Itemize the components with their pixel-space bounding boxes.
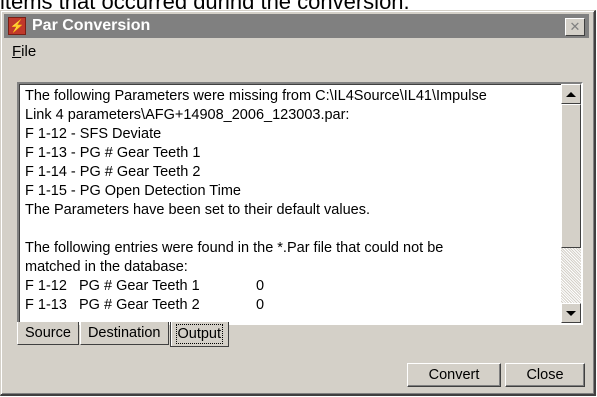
menu-bar: File bbox=[4, 41, 589, 63]
tab-output-label: Output bbox=[175, 324, 224, 344]
vertical-scrollbar[interactable] bbox=[561, 84, 581, 323]
close-button[interactable]: Close bbox=[505, 363, 585, 387]
output-text: The following Parameters were missing fr… bbox=[25, 88, 487, 313]
window-title: Par Conversion bbox=[32, 17, 151, 34]
scroll-up-button[interactable] bbox=[561, 84, 581, 104]
tab-source[interactable]: Source bbox=[17, 322, 79, 345]
arrow-up-icon bbox=[566, 91, 576, 97]
tab-destination[interactable]: Destination bbox=[79, 322, 169, 345]
caption-text: items that occurred during the conversio… bbox=[0, 0, 597, 9]
close-icon[interactable]: ✕ bbox=[565, 18, 585, 36]
menu-file[interactable]: File bbox=[4, 42, 44, 62]
tab-strip: Source Destination Output bbox=[17, 322, 230, 348]
par-conversion-dialog: ⚡ Par Conversion ✕ File The following Pa… bbox=[0, 10, 596, 396]
convert-button[interactable]: Convert bbox=[407, 363, 501, 387]
output-textbox[interactable]: The following Parameters were missing fr… bbox=[17, 82, 583, 325]
title-bar[interactable]: ⚡ Par Conversion ✕ bbox=[4, 14, 589, 38]
tab-output[interactable]: Output bbox=[169, 322, 230, 347]
scroll-down-button[interactable] bbox=[561, 303, 581, 323]
scroll-thumb[interactable] bbox=[561, 104, 581, 248]
lightning-bolt-icon: ⚡ bbox=[8, 17, 26, 35]
arrow-down-icon bbox=[566, 310, 576, 316]
button-row: Convert Close bbox=[403, 363, 585, 387]
